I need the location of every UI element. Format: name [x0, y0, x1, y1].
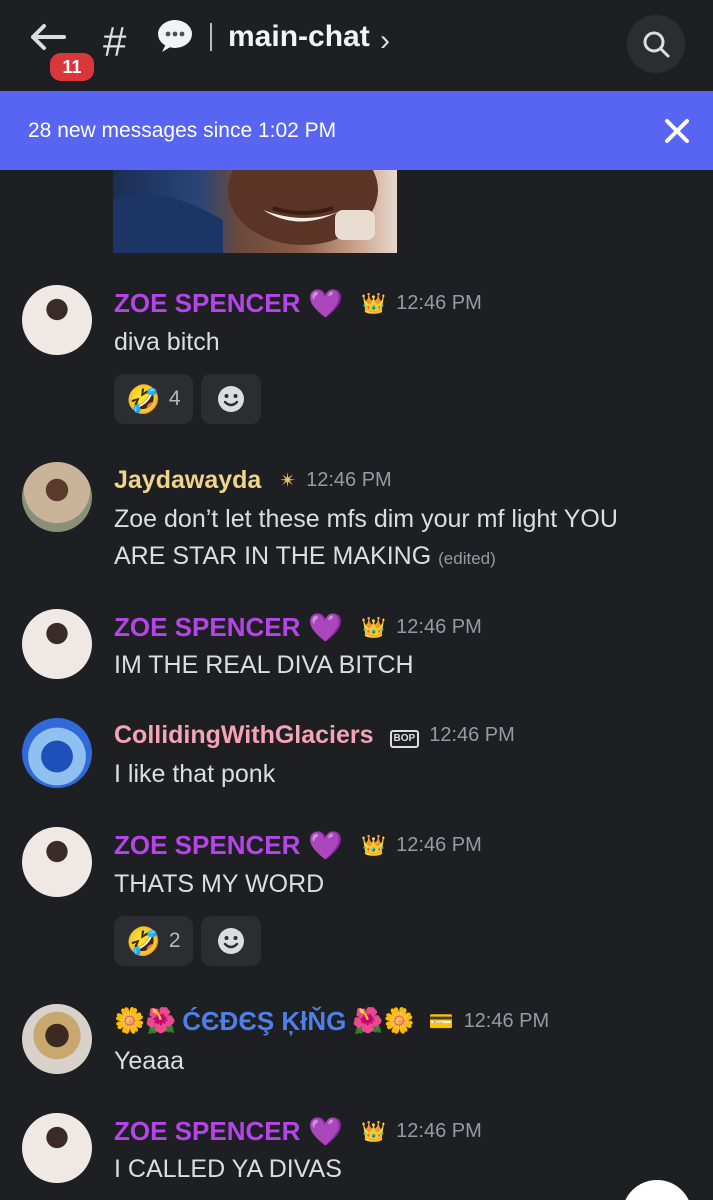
add-reaction-button[interactable]: [200, 374, 261, 424]
chevron-right-icon[interactable]: ›: [380, 24, 390, 58]
role-badge-icon[interactable]: BOP: [389, 724, 420, 748]
speech-bubble-icon: [156, 18, 194, 54]
message-text: THATS MY WORD: [114, 870, 325, 898]
purple-heart-icon: 💜: [308, 612, 344, 643]
username[interactable]: ZOE SPENCER: [114, 1116, 300, 1147]
message-line: ARE STAR IN THE MAKING (edited): [114, 538, 618, 577]
avatar[interactable]: [22, 827, 92, 897]
username[interactable]: ZOE SPENCER: [114, 830, 300, 861]
username[interactable]: Jaydawayda: [114, 466, 261, 495]
avatar[interactable]: [22, 1113, 92, 1183]
timestamp: 12:46 PM: [463, 1010, 550, 1032]
username[interactable]: CollidingWithGlaciers: [114, 721, 374, 750]
crown-icon[interactable]: 👑: [361, 1119, 386, 1144]
reaction-count: 4: [168, 387, 181, 410]
message-text: Zoe don’t let these mfs dim your mf ligh…: [114, 501, 618, 577]
card-icon[interactable]: 💳: [429, 1009, 454, 1034]
header-divider: [210, 23, 212, 51]
username[interactable]: ZOE SPENCER: [114, 288, 300, 319]
reaction-count: 2: [168, 929, 181, 952]
message-header: Jaydawayda ✴ 12:46 PM: [114, 466, 392, 495]
timestamp: 12:46 PM: [429, 724, 515, 746]
purple-heart-icon: 💜: [308, 830, 344, 861]
new-messages-banner[interactable]: 28 new messages since 1:02 PM: [0, 91, 713, 170]
reaction-rofl[interactable]: 🤣 2: [114, 916, 193, 966]
chat-screen: 11 # main-chat › 28 new messages since 1…: [0, 0, 713, 1200]
crown-icon[interactable]: 👑: [361, 615, 386, 640]
message-text: IM THE REAL DIVA BITCH: [114, 651, 414, 679]
message-text: Yeaaa: [114, 1047, 184, 1075]
avatar[interactable]: [22, 718, 92, 788]
message-header: CollidingWithGlaciers BOP 12:46 PM: [114, 721, 515, 750]
edited-label: (edited): [438, 549, 496, 568]
rofl-icon: 🤣: [126, 925, 161, 957]
avatar[interactable]: [22, 1004, 92, 1074]
purple-heart-icon: 💜: [308, 1116, 344, 1147]
timestamp: 12:46 PM: [396, 616, 482, 638]
username[interactable]: ĆЄĐЄŞ ĶłŇG: [182, 1006, 346, 1037]
message-line-text: ARE STAR IN THE MAKING: [114, 542, 432, 570]
message-header: ZOE SPENCER 💜 👑 12:46 PM: [114, 611, 482, 644]
avatar[interactable]: [22, 462, 92, 532]
search-button[interactable]: [627, 15, 685, 73]
add-reaction-button[interactable]: [200, 916, 261, 966]
back-arrow-icon: [31, 24, 66, 50]
image-attachment[interactable]: [113, 170, 397, 253]
message-header: ZOE SPENCER 💜 👑 12:46 PM: [114, 829, 482, 862]
flower-emojis: 🌺🌼: [352, 1007, 415, 1035]
channel-name[interactable]: main-chat: [228, 20, 370, 54]
rofl-icon: 🤣: [126, 383, 161, 415]
username[interactable]: ZOE SPENCER: [114, 612, 300, 643]
reaction-bar: 🤣 2: [114, 916, 261, 966]
crown-icon[interactable]: 👑: [361, 833, 386, 858]
message-header: ZOE SPENCER 💜 👑 12:46 PM: [114, 1115, 482, 1148]
message-text: diva bitch: [114, 328, 220, 356]
flower-emojis: 🌼🌺: [114, 1007, 177, 1035]
message-header: ZOE SPENCER 💜 👑 12:46 PM: [114, 287, 482, 320]
close-icon[interactable]: [662, 116, 692, 146]
timestamp: 12:46 PM: [396, 834, 482, 856]
new-messages-text: 28 new messages since 1:02 PM: [28, 119, 337, 142]
role-badge-text: BOP: [389, 729, 420, 748]
message-text: I CALLED YA DIVAS: [114, 1155, 342, 1183]
floating-action-button[interactable]: [622, 1180, 692, 1200]
purple-heart-icon: 💜: [308, 288, 344, 319]
search-icon: [643, 31, 670, 58]
smiley-icon: [217, 928, 244, 954]
channel-hash-icon: #: [103, 18, 127, 65]
message-line: Zoe don’t let these mfs dim your mf ligh…: [114, 505, 618, 533]
reaction-rofl[interactable]: 🤣 4: [114, 374, 193, 424]
timestamp: 12:46 PM: [396, 1120, 482, 1142]
unread-badge: 11: [47, 50, 97, 84]
crown-icon[interactable]: 👑: [361, 291, 386, 316]
sparkle-icon[interactable]: ✴: [279, 468, 296, 493]
avatar[interactable]: [22, 609, 92, 679]
smiley-icon: [217, 386, 244, 412]
message-text: I like that ponk: [114, 760, 276, 788]
timestamp: 12:46 PM: [306, 469, 392, 491]
timestamp: 12:46 PM: [396, 292, 482, 314]
avatar[interactable]: [22, 285, 92, 355]
reaction-bar: 🤣 4: [114, 374, 261, 424]
message-header: 🌼🌺 ĆЄĐЄŞ ĶłŇG 🌺🌼 💳 12:46 PM: [114, 1006, 549, 1037]
channel-header: 11 # main-chat ›: [0, 0, 713, 90]
